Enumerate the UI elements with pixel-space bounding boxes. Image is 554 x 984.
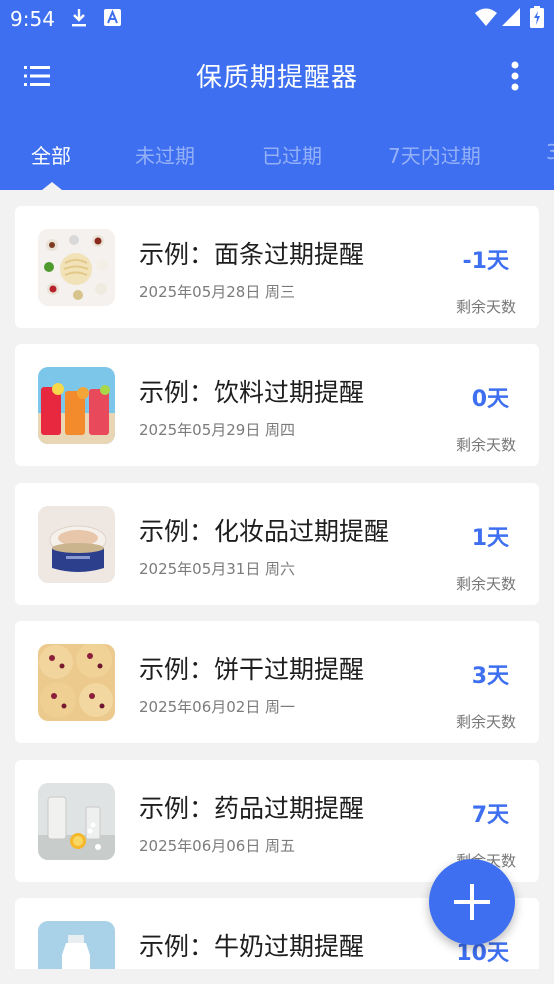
days-remaining: 0天 [471,387,509,412]
list-item[interactable]: 示例：面条过期提醒 2025年05月28日 周三 -1天 剩余天数 [15,206,539,328]
days-remaining: -1天 [462,249,509,274]
item-weekday: 周一 [265,698,296,716]
signal-icon [502,8,520,26]
days-remaining: 1天 [471,526,509,551]
milk-image [38,921,115,969]
item-weekday: 周六 [265,560,296,578]
tab-all[interactable]: 全部 [31,140,71,169]
item-title: 示例：药品过期提醒 [139,794,365,823]
drinks-image [38,367,115,444]
tab-more[interactable]: 3 [546,140,554,164]
cookies-image [38,644,115,721]
item-title: 示例：面条过期提醒 [139,240,365,269]
item-date: 2025年06月06日 [139,837,261,855]
days-remaining: 3天 [471,664,509,689]
medicine-image [38,783,115,860]
item-title: 示例：饮料过期提醒 [139,378,365,407]
tab-indicator [42,182,62,190]
add-reminder-button[interactable] [429,859,515,945]
item-date: 2025年05月29日 [139,421,261,439]
item-date: 2025年06月02日 [139,698,261,716]
text-a-icon [104,9,121,26]
status-time: 9:54 [10,7,55,31]
app-toolbar: 保质期提醒器 [0,40,554,112]
list-item[interactable]: 示例：饼干过期提醒 2025年06月02日 周一 3天 剩余天数 [15,621,539,743]
battery-icon [530,6,544,28]
days-remaining-label: 剩余天数 [455,436,516,454]
noodles-image [38,229,115,306]
tab-expiring-7-days[interactable]: 7天内过期 [388,140,481,169]
list-item[interactable]: 示例：饮料过期提醒 2025年05月29日 周四 0天 剩余天数 [15,344,539,466]
tab-not-expired[interactable]: 未过期 [135,140,195,169]
tab-expired[interactable]: 已过期 [262,140,322,169]
days-remaining: 7天 [471,803,509,828]
cosmetics-image [38,506,115,583]
item-weekday: 周五 [265,837,296,855]
wifi-icon [475,8,497,26]
list-item[interactable]: 示例：化妆品过期提醒 2025年05月31日 周六 1天 剩余天数 [15,483,539,605]
status-bar: 9:54 [0,0,554,36]
plus-icon [454,884,490,920]
app-header: 9:54 保质期提醒器 全部 未过期 已过期 7天内过期 3 [0,0,554,190]
item-title: 示例：饼干过期提醒 [139,655,365,684]
system-nav-bar [0,969,554,984]
filter-tabs: 全部 未过期 已过期 7天内过期 3 [0,128,554,190]
days-remaining-label: 剩余天数 [455,298,516,316]
days-remaining-label: 剩余天数 [455,713,516,731]
item-title: 示例：牛奶过期提醒 [139,932,365,961]
download-icon [72,9,86,27]
item-title: 示例：化妆品过期提醒 [139,517,390,546]
item-date: 2025年05月31日 [139,560,261,578]
item-weekday: 周三 [265,283,296,301]
item-weekday: 周四 [265,421,296,439]
more-vert-icon[interactable] [505,60,525,92]
days-remaining-label: 剩余天数 [455,575,516,593]
reminder-list[interactable]: 示例：面条过期提醒 2025年05月28日 周三 -1天 剩余天数 示例：饮料过… [0,190,554,969]
item-date: 2025年05月28日 [139,283,261,301]
page-title: 保质期提醒器 [195,63,358,93]
